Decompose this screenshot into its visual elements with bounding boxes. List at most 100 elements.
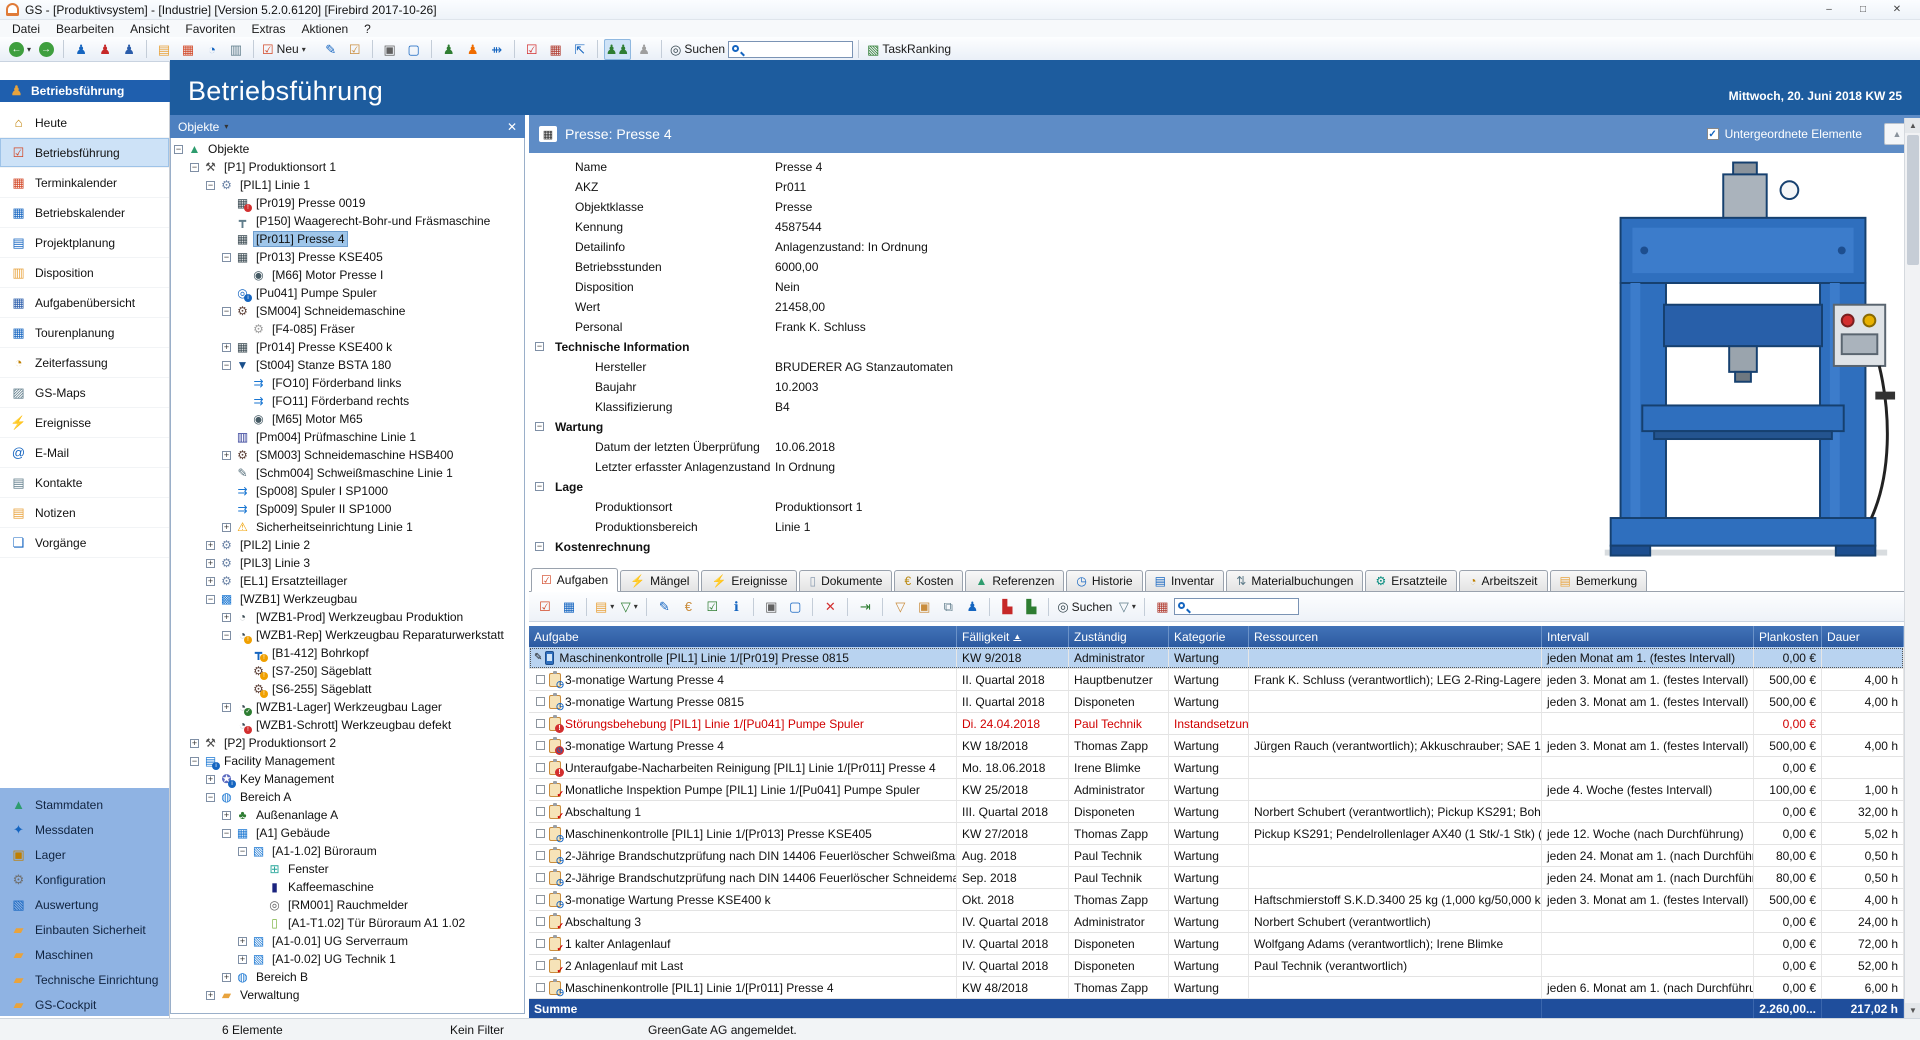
sidebar-item-terminkalender[interactable]: ▦Terminkalender (0, 168, 169, 198)
edit-form-button[interactable]: ✎ (653, 596, 675, 617)
table-row[interactable]: ◷3-monatige Wartung Presse KSE400 kOkt. … (529, 889, 1904, 911)
expand-icon[interactable]: + (222, 613, 231, 622)
sidebar-item-notizen[interactable]: ▤Notizen (0, 498, 169, 528)
tree-node[interactable]: −⚒[P1] Produktionsort 1 (172, 158, 523, 176)
tree-node[interactable]: ◎[RM001] Rauchmelder (172, 896, 523, 914)
person-green-button[interactable]: ♟ (438, 39, 460, 60)
tree-node[interactable]: ▥[Pm004] Prüfmaschine Linie 1 (172, 428, 523, 446)
tree-node[interactable]: −▲Objekte (172, 140, 523, 158)
clipboard-green-button[interactable]: ☑ (701, 596, 723, 617)
row-checkbox[interactable] (536, 807, 545, 816)
tree-node[interactable]: −▩[WZB1] Werkzeugbau (172, 590, 523, 608)
table-calendar-button[interactable]: ▦ (1151, 596, 1173, 617)
tree-node[interactable]: ◉[M66] Motor Presse I (172, 266, 523, 284)
tree-node[interactable]: ◉[M65] Motor M65 (172, 410, 523, 428)
sidebar-item-lager[interactable]: ▣Lager (0, 842, 169, 867)
column-header-aufgabe[interactable]: Aufgabe (529, 626, 957, 647)
task-cell[interactable]: ✓Monatliche Inspektion Pumpe [PIL1] Lini… (529, 779, 957, 800)
team-button[interactable]: ♟♟ (604, 39, 631, 60)
tree-node[interactable]: ⚙[F4-085] Fräser (172, 320, 523, 338)
table-row[interactable]: ✓Abschaltung 3IV. Quartal 2018Administra… (529, 911, 1904, 933)
close-button[interactable]: ✕ (1880, 1, 1914, 19)
row-checkbox[interactable] (536, 895, 545, 904)
tree-node[interactable]: ◎i[Pu041] Pumpe Spuler (172, 284, 523, 302)
tab-arbeitszeit[interactable]: ◔Arbeitszeit (1459, 570, 1547, 591)
table-row[interactable]: !Unteraufgabe-Nacharbeiten Reinigung [PI… (529, 757, 1904, 779)
row-checkbox[interactable] (536, 873, 545, 882)
tree-node[interactable]: ⚙![S6-255] Sägeblatt (172, 680, 523, 698)
table-search-binoculars[interactable]: ◎Suchen (1055, 596, 1114, 617)
route-button[interactable]: ▦ (558, 596, 580, 617)
collapse-icon[interactable]: − (535, 422, 544, 431)
expand-icon[interactable]: + (206, 775, 215, 784)
minimize-button[interactable]: – (1812, 1, 1846, 19)
expand-icon[interactable]: + (206, 541, 215, 550)
column-header-fälligkeit[interactable]: Fälligkeit▲ (957, 626, 1069, 647)
form-button[interactable]: ▥ (225, 39, 247, 60)
collapse-icon[interactable]: − (535, 542, 544, 551)
task-cell[interactable]: ◷3-monatige Wartung Presse 0815 (529, 691, 957, 712)
menu-?[interactable]: ? (356, 21, 379, 37)
tree-node[interactable]: ┳![B1-412] Bohrkopf (172, 644, 523, 662)
tree-node[interactable]: ✎[Schm004] Schweißmaschine Linie 1 (172, 464, 523, 482)
tree-node[interactable]: +◔✓[WZB1-Lager] Werkzeugbau Lager (172, 698, 523, 716)
print-button[interactable]: ▣ (379, 39, 401, 60)
column-header-ressourcen[interactable]: Ressourcen (1249, 626, 1542, 647)
global-search-input[interactable] (728, 41, 853, 58)
sidebar-item-einbauten-sicherheit[interactable]: ▰Einbauten Sicherheit (0, 917, 169, 942)
task-cell[interactable]: ◷Maschinenkontrolle [PIL1] Linie 1/[Pr01… (529, 977, 957, 998)
column-header-kategorie[interactable]: Kategorie (1169, 626, 1249, 647)
tree-node[interactable]: +◍Bereich B (172, 968, 523, 986)
table-search-input[interactable] (1174, 598, 1299, 615)
menu-extras[interactable]: Extras (243, 21, 293, 37)
calendar-grid-button[interactable]: ▦ (545, 39, 567, 60)
table-row[interactable]: ◷2-Jährige Brandschutzprüfung nach DIN 1… (529, 867, 1904, 889)
user-add-button[interactable]: ♟ (70, 39, 92, 60)
tree-node[interactable]: −▧[A1-1.02] Büroraum (172, 842, 523, 860)
sidebar-item-maschinen[interactable]: ▰Maschinen (0, 942, 169, 967)
tree-node[interactable]: +✪iKey Management (172, 770, 523, 788)
tree-node[interactable]: +⚙[PIL3] Linie 3 (172, 554, 523, 572)
row-checkbox[interactable] (536, 851, 545, 860)
collapse-icon[interactable]: − (535, 342, 544, 351)
table-row[interactable]: ✓1 kalter AnlagenlaufIV. Quartal 2018Dis… (529, 933, 1904, 955)
table-filter-button[interactable]: ▽▾ (1116, 596, 1138, 617)
tree-node[interactable]: −◍Bereich A (172, 788, 523, 806)
collapse-icon[interactable]: − (174, 145, 183, 154)
delete-button[interactable]: ✕ (819, 596, 841, 617)
preview-button[interactable]: ▢ (784, 596, 806, 617)
tab-bemerkung[interactable]: ▤Bemerkung (1550, 570, 1648, 591)
truck-button[interactable]: ⇻ (486, 39, 508, 60)
collapse-icon[interactable]: − (190, 163, 199, 172)
task-cell[interactable]: !Störungsbehebung [PIL1] Linie 1/[Pu041]… (529, 713, 957, 734)
expand-icon[interactable]: + (222, 811, 231, 820)
menu-favoriten[interactable]: Favoriten (177, 21, 243, 37)
print-preview-button[interactable]: ▢ (403, 39, 425, 60)
tab-inventar[interactable]: ▤Inventar (1145, 570, 1225, 591)
table-row[interactable]: ✓Monatliche Inspektion Pumpe [PIL1] Lini… (529, 779, 1904, 801)
tab-referenzen[interactable]: ▲Referenzen (965, 570, 1064, 591)
sidebar-item-heute[interactable]: ⌂Heute (0, 108, 169, 138)
collapse-icon[interactable]: − (222, 361, 231, 370)
row-checkbox[interactable] (536, 983, 545, 992)
maximize-button[interactable]: □ (1846, 1, 1880, 19)
sidebar-item-e-mail[interactable]: @E-Mail (0, 438, 169, 468)
sidebar-item-zeiterfassung[interactable]: ◔Zeiterfassung (0, 348, 169, 378)
tab-dokumente[interactable]: ▯Dokumente (799, 570, 892, 591)
sidebar-item-ereignisse[interactable]: ⚡Ereignisse (0, 408, 169, 438)
tree-node[interactable]: −▼[St004] Stanze BSTA 180 (172, 356, 523, 374)
expand-icon[interactable]: + (206, 559, 215, 568)
task-cell[interactable]: ◷3-monatige Wartung Presse 4 (529, 735, 957, 756)
column-header-zuständig[interactable]: Zuständig (1069, 626, 1169, 647)
tree-node[interactable]: ▦[Pr011] Presse 4 (172, 230, 523, 248)
tab-kosten[interactable]: €Kosten (894, 570, 963, 591)
task-cell[interactable]: ◷2-Jährige Brandschutzprüfung nach DIN 1… (529, 867, 957, 888)
menu-aktionen[interactable]: Aktionen (293, 21, 356, 37)
pdf-red-button[interactable]: ▙ (996, 596, 1018, 617)
sidebar-item-gs-maps[interactable]: ▨GS-Maps (0, 378, 169, 408)
collapse-icon[interactable]: − (206, 181, 215, 190)
sidebar-item-messdaten[interactable]: ✦Messdaten (0, 817, 169, 842)
expand-icon[interactable]: + (222, 523, 231, 532)
tree-node[interactable]: ⇉[Sp009] Spuler II SP1000 (172, 500, 523, 518)
table-row[interactable]: ✎Maschinenkontrolle [PIL1] Linie 1/[Pr01… (529, 647, 1904, 669)
